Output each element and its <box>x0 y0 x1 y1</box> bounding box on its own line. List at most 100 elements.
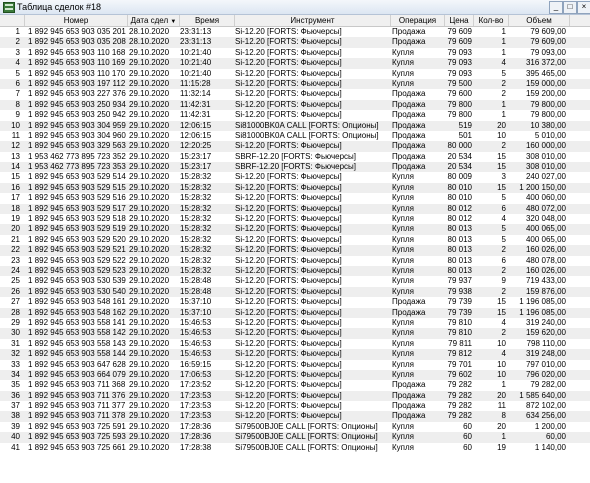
table-row[interactable]: 18 1 892 945 653 903 529 517 29.10.2020 15:… <box>0 203 590 215</box>
column-header-number[interactable]: Номер <box>25 15 128 26</box>
table-row[interactable]: 27 1 892 945 653 903 548 161 29.10.2020 15:… <box>0 297 590 307</box>
table-row[interactable]: 35 1 892 945 653 903 711 368 29.10.2020 17:… <box>0 380 590 390</box>
table-row[interactable]: 22 1 892 945 653 903 529 521 29.10.2020 15:… <box>0 245 590 256</box>
trade-quantity: 10 <box>497 130 506 140</box>
trade-volume: 798 110,00 <box>526 338 566 348</box>
maximize-button[interactable]: □ <box>563 1 577 14</box>
trade-quantity: 6 <box>501 203 506 213</box>
close-button[interactable]: × <box>577 1 590 14</box>
table-row[interactable]: 24 1 892 945 653 903 529 523 29.10.2020 15:… <box>0 265 590 277</box>
column-header-date[interactable]: Дата сдел ▼ <box>128 15 180 26</box>
trade-time: 12:06:15 <box>180 120 212 130</box>
trade-instrument: Si-12.20 [FORTS: Фьючерсы] <box>235 141 342 151</box>
trade-quantity: 5 <box>501 224 506 234</box>
table-row[interactable]: 5 1 892 945 653 903 110 170 29.10.2020 10:2… <box>0 69 590 79</box>
table-row[interactable]: 38 1 892 945 653 903 711 378 29.10.2020 17:… <box>0 411 590 422</box>
trade-number: 1 892 945 653 903 558 143 <box>28 338 126 348</box>
table-row[interactable]: 1 1 892 945 653 903 035 201 28.10.2020 23:3… <box>0 27 590 37</box>
row-index: 24 <box>11 265 20 275</box>
trade-date: 29.10.2020 <box>129 203 170 213</box>
table-row[interactable]: 23 1 892 945 653 903 529 522 29.10.2020 15:… <box>0 256 590 266</box>
table-row[interactable]: 39 1 892 945 653 903 725 591 29.10.2020 17:… <box>0 422 590 432</box>
trade-price: 20 534 <box>447 162 472 172</box>
table-row[interactable]: 32 1 892 945 653 903 558 144 29.10.2020 15:… <box>0 349 590 360</box>
column-header-instrument[interactable]: Инструмент <box>235 15 391 26</box>
trade-price: 79 602 <box>447 369 472 379</box>
trade-volume: 10 380,00 <box>530 120 566 130</box>
table-row[interactable]: 15 1 892 945 653 903 529 514 29.10.2020 15:… <box>0 172 590 182</box>
table-row[interactable]: 2 1 892 945 653 903 035 208 28.10.2020 23:3… <box>0 37 590 48</box>
trade-time: 15:37:10 <box>180 307 212 317</box>
column-header-volume[interactable]: Объем <box>509 15 570 26</box>
table-row[interactable]: 29 1 892 945 653 903 558 141 29.10.2020 15:… <box>0 318 590 328</box>
table-row[interactable]: 19 1 892 945 653 903 529 518 29.10.2020 15:… <box>0 214 590 224</box>
table-row[interactable]: 31 1 892 945 653 903 558 143 29.10.2020 15:… <box>0 339 590 349</box>
row-index: 41 <box>11 442 20 452</box>
trade-time: 17:23:52 <box>180 380 212 390</box>
column-header-index[interactable] <box>0 15 25 26</box>
trade-time: 15:28:32 <box>180 224 212 234</box>
trade-quantity: 1 <box>501 432 506 442</box>
table-row[interactable]: 4 1 892 945 653 903 110 169 29.10.2020 10:2… <box>0 58 590 69</box>
trade-time: 15:28:32 <box>180 245 212 255</box>
table-row[interactable]: 25 1 892 945 653 903 530 539 29.10.2020 15:… <box>0 276 590 286</box>
trade-price: 80 013 <box>447 265 472 275</box>
table-row[interactable]: 40 1 892 945 653 903 725 593 29.10.2020 17:… <box>0 432 590 443</box>
table-row[interactable]: 14 1 953 462 773 895 723 353 29.10.2020 15:… <box>0 162 590 173</box>
table-row[interactable]: 41 1 892 945 653 903 725 661 29.10.2020 17:… <box>0 443 590 453</box>
trade-date: 29.10.2020 <box>129 328 170 338</box>
column-header-time[interactable]: Время <box>180 15 235 26</box>
trade-operation: Продажа <box>392 390 426 400</box>
trade-quantity: 4 <box>501 58 506 68</box>
table-row[interactable]: 34 1 892 945 653 903 664 079 29.10.2020 17:… <box>0 369 590 381</box>
trade-price: 79 093 <box>447 58 472 68</box>
trade-time: 17:23:53 <box>180 401 212 411</box>
row-index: 17 <box>11 193 20 203</box>
table-row[interactable]: 20 1 892 945 653 903 529 519 29.10.2020 15:… <box>0 224 590 235</box>
trade-volume: 160 000,00 <box>525 141 566 151</box>
table-row[interactable]: 8 1 892 945 653 903 250 934 29.10.2020 11:4… <box>0 99 590 111</box>
trade-number: 1 892 945 653 903 250 942 <box>28 110 126 120</box>
table-row[interactable]: 9 1 892 945 653 903 250 942 29.10.2020 11:4… <box>0 110 590 120</box>
trade-date: 29.10.2020 <box>129 224 170 234</box>
table-row[interactable]: 33 1 892 945 653 903 647 628 29.10.2020 16:… <box>0 360 590 370</box>
trade-date: 29.10.2020 <box>129 68 170 78</box>
table-row[interactable]: 10 1 892 945 653 903 304 959 29.10.2020 12:… <box>0 120 590 131</box>
table-row[interactable]: 11 1 892 945 653 903 304 960 29.10.2020 12:… <box>0 131 590 141</box>
trade-volume: 1 140,00 <box>534 442 566 452</box>
table-row[interactable]: 7 1 892 945 653 903 227 376 29.10.2020 11:3… <box>0 89 590 99</box>
table-row[interactable]: 13 1 953 462 773 895 723 352 29.10.2020 15:… <box>0 152 590 162</box>
trade-date: 29.10.2020 <box>129 245 170 255</box>
trade-volume: 160 026,00 <box>525 265 566 275</box>
title-bar[interactable]: Таблица сделок #18 _ □ × <box>0 0 590 15</box>
table-row[interactable]: 21 1 892 945 653 903 529 520 29.10.2020 15:… <box>0 235 590 245</box>
trade-quantity: 1 <box>501 37 506 47</box>
column-header-quantity[interactable]: Кол-во <box>474 15 509 26</box>
trade-number: 1 892 945 653 903 548 161 <box>28 297 126 307</box>
trade-date: 29.10.2020 <box>129 369 170 379</box>
trade-quantity: 20 <box>497 421 506 431</box>
trade-operation: Купля <box>392 442 414 452</box>
table-row[interactable]: 3 1 892 945 653 903 110 168 29.10.2020 10:2… <box>0 48 590 58</box>
trade-time: 11:15:28 <box>180 78 211 88</box>
column-header-price[interactable]: Цена <box>445 15 474 26</box>
trade-instrument: SBRF-12.20 [FORTS: Фьючерсы] <box>235 162 356 172</box>
trade-volume: 316 372,00 <box>525 58 566 68</box>
table-row[interactable]: 17 1 892 945 653 903 529 516 29.10.2020 15:… <box>0 193 590 203</box>
table-row[interactable]: 6 1 892 945 653 903 197 112 29.10.2020 11:1… <box>0 78 590 90</box>
trade-instrument: Si-12.20 [FORTS: Фьючерсы] <box>235 78 342 88</box>
table-row[interactable]: 12 1 892 945 653 903 329 563 29.10.2020 12:… <box>0 141 590 152</box>
table-row[interactable]: 28 1 892 945 653 903 548 162 29.10.2020 15:… <box>0 307 590 318</box>
trade-time: 17:28:38 <box>180 442 212 452</box>
table-row[interactable]: 16 1 892 945 653 903 529 515 29.10.2020 15:… <box>0 182 590 194</box>
minimize-button[interactable]: _ <box>549 1 563 14</box>
column-header-operation[interactable]: Операция <box>391 15 445 26</box>
table-row[interactable]: 37 1 892 945 653 903 711 377 29.10.2020 17:… <box>0 401 590 411</box>
trade-date: 29.10.2020 <box>129 307 170 317</box>
table-row[interactable]: 36 1 892 945 653 903 711 376 29.10.2020 17:… <box>0 390 590 402</box>
table-row[interactable]: 26 1 892 945 653 903 530 540 29.10.2020 15:… <box>0 286 590 298</box>
trade-time: 23:31:13 <box>180 37 212 47</box>
trade-operation: Продажа <box>392 162 426 172</box>
table-row[interactable]: 30 1 892 945 653 903 558 142 29.10.2020 15:… <box>0 328 590 339</box>
trade-volume: 240 027,00 <box>525 172 566 182</box>
